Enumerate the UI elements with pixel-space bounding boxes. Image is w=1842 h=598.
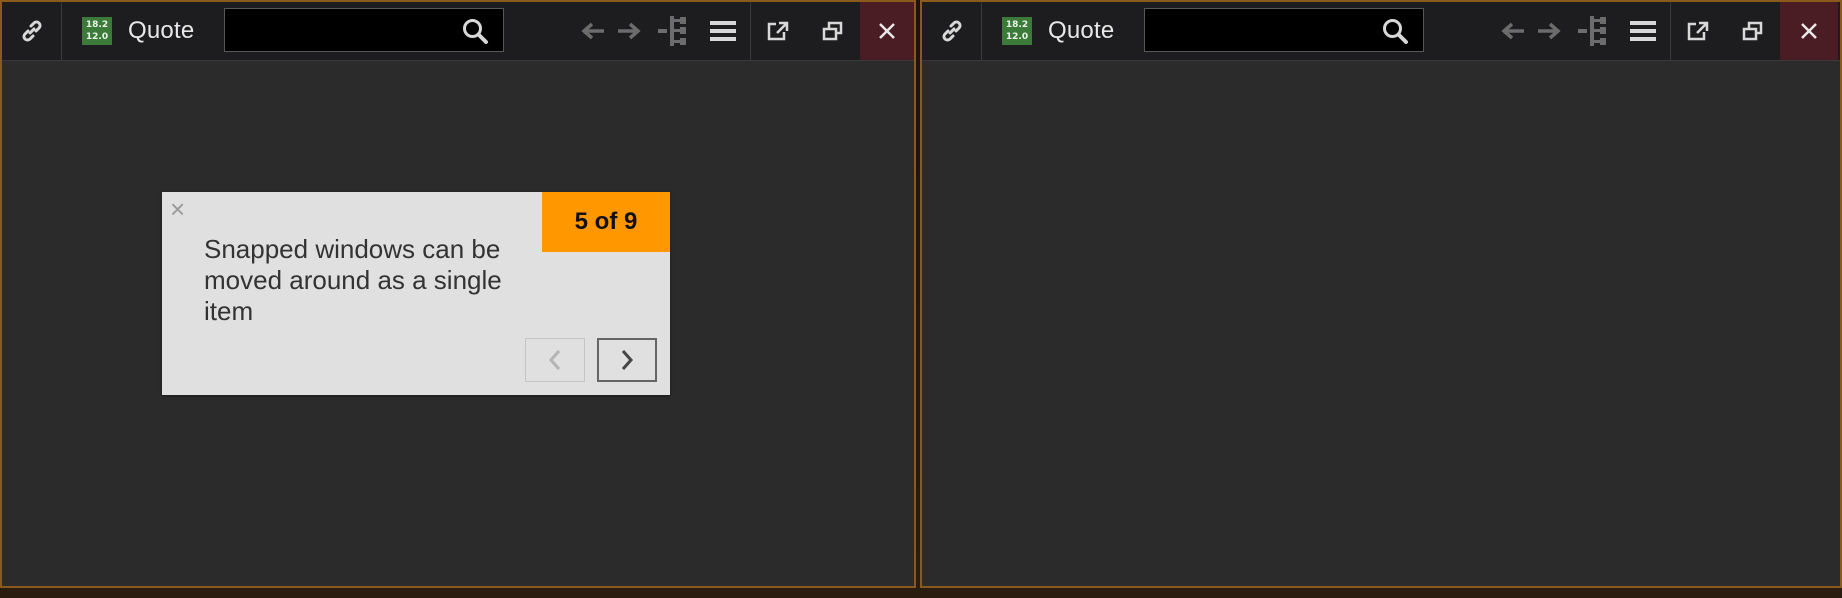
- close-button[interactable]: [860, 2, 914, 60]
- window-title: Quote: [1048, 17, 1115, 44]
- hierarchy-button[interactable]: [1578, 16, 1606, 46]
- back-arrow-icon: [581, 22, 604, 40]
- back-button[interactable]: [580, 19, 606, 43]
- forward-button[interactable]: [616, 19, 642, 43]
- chevron-left-icon: [548, 350, 561, 370]
- search-icon[interactable]: [461, 17, 489, 45]
- window-title: Quote: [128, 17, 195, 44]
- close-icon: [879, 23, 895, 39]
- restore-icon: [1742, 21, 1763, 41]
- window-content: [922, 61, 1840, 586]
- menu-icon: [710, 21, 736, 41]
- popout-button[interactable]: [1687, 21, 1709, 41]
- menu-icon: [1630, 21, 1656, 41]
- chevron-right-icon: [621, 350, 634, 370]
- tour-prev-button[interactable]: [525, 338, 585, 382]
- desktop: 18.2 12.0 Quote × 5 of 9 Snapped windows…: [0, 0, 1842, 598]
- restore-button[interactable]: [822, 21, 844, 41]
- hierarchy-icon: [658, 16, 686, 46]
- version-badge: 18.2 12.0: [1002, 17, 1032, 45]
- restore-button[interactable]: [1742, 21, 1764, 41]
- link-icon: [21, 20, 42, 42]
- link-button[interactable]: [922, 2, 982, 60]
- link-button[interactable]: [2, 2, 62, 60]
- popout-button[interactable]: [767, 21, 789, 41]
- quote-window-right: 18.2 12.0 Quote: [920, 0, 1842, 588]
- separator: [750, 2, 751, 60]
- menu-button[interactable]: [1630, 20, 1656, 42]
- tour-popup: × 5 of 9 Snapped windows can be moved ar…: [162, 192, 670, 395]
- search-input[interactable]: [225, 9, 475, 51]
- search-box[interactable]: [1144, 8, 1424, 52]
- close-icon: [1801, 23, 1817, 39]
- tour-close-button[interactable]: ×: [170, 196, 185, 222]
- hierarchy-button[interactable]: [658, 16, 686, 46]
- popout-icon: [1687, 21, 1709, 41]
- badge-bottom: 12.0: [85, 32, 109, 42]
- tour-next-button[interactable]: [597, 338, 657, 382]
- forward-arrow-icon: [1538, 22, 1561, 40]
- badge-top: 18.2: [1005, 20, 1029, 30]
- quote-window-left: 18.2 12.0 Quote × 5 of 9 Snapped windows…: [0, 0, 916, 588]
- title-bar: 18.2 12.0 Quote: [2, 2, 914, 61]
- title-bar: 18.2 12.0 Quote: [922, 2, 1840, 61]
- search-icon[interactable]: [1381, 17, 1409, 45]
- restore-icon: [822, 21, 843, 41]
- menu-button[interactable]: [710, 20, 736, 42]
- forward-arrow-icon: [618, 22, 641, 40]
- version-badge: 18.2 12.0: [82, 17, 112, 45]
- tour-message: Snapped windows can be moved around as a…: [204, 234, 502, 326]
- back-button[interactable]: [1500, 19, 1526, 43]
- tour-step-counter: 5 of 9: [542, 192, 670, 252]
- search-box[interactable]: [224, 8, 504, 52]
- window-content: × 5 of 9 Snapped windows can be moved ar…: [2, 61, 914, 586]
- popout-icon: [767, 21, 789, 41]
- search-input[interactable]: [1145, 9, 1395, 51]
- back-arrow-icon: [1501, 22, 1524, 40]
- badge-top: 18.2: [85, 20, 109, 30]
- hierarchy-icon: [1578, 16, 1606, 46]
- close-button[interactable]: [1780, 2, 1838, 60]
- forward-button[interactable]: [1536, 19, 1562, 43]
- separator: [1670, 2, 1671, 60]
- link-icon: [941, 20, 962, 42]
- badge-bottom: 12.0: [1005, 32, 1029, 42]
